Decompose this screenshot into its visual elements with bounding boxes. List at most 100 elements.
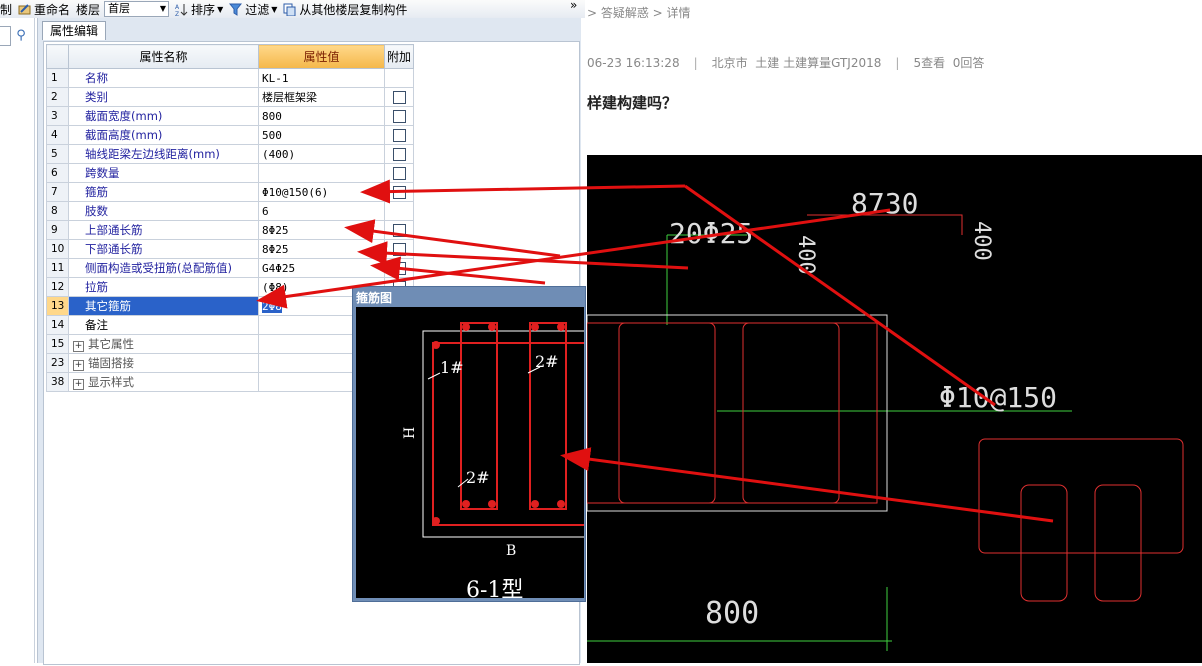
property-value[interactable]: G4Φ25: [258, 258, 385, 278]
property-name[interactable]: 其它箍筋: [68, 296, 259, 316]
filter-button[interactable]: 过滤 ▼: [229, 1, 277, 18]
stirrup-dim-b: B: [506, 543, 516, 559]
floor-value: 首层: [108, 2, 131, 15]
rename-button[interactable]: 重命名: [18, 1, 70, 18]
cad-outer-stirrup: [586, 322, 878, 504]
expand-icon[interactable]: +: [73, 341, 84, 352]
expand-icon[interactable]: +: [73, 360, 84, 371]
row-number: 8: [46, 201, 69, 221]
property-value-text: G4Φ25: [262, 261, 296, 275]
row-number: 6: [46, 163, 69, 183]
property-name[interactable]: 名称: [68, 68, 259, 88]
property-value[interactable]: Φ10@150(6): [258, 182, 385, 202]
property-row[interactable]: 4 截面高度(mm) 500: [46, 125, 414, 145]
property-value[interactable]: 8Φ25: [258, 220, 385, 240]
row-number: 1: [46, 68, 69, 88]
property-row[interactable]: 10 下部通长筋 8Φ25: [46, 239, 414, 259]
property-value[interactable]: 6: [258, 201, 385, 221]
property-row[interactable]: 9 上部通长筋 8Φ25: [46, 220, 414, 240]
floor-label: 楼层: [76, 2, 101, 17]
property-name[interactable]: 箍筋: [68, 182, 259, 202]
property-name[interactable]: 截面宽度(mm): [68, 106, 259, 126]
extra-checkbox[interactable]: [392, 262, 406, 275]
toolbar-overflow-button[interactable]: »: [570, 0, 577, 12]
property-value[interactable]: KL-1: [258, 68, 385, 88]
cad-drawing-svg: 20Φ25 8730 400 400 Φ10@150 800: [586, 187, 1184, 651]
expand-icon[interactable]: +: [73, 379, 84, 390]
property-name[interactable]: 截面高度(mm): [68, 125, 259, 145]
property-row[interactable]: 1 名称 KL-1: [46, 68, 414, 88]
stirrup-diagram-window[interactable]: 箍筋图 1# 2# 2# H B 6-1型: [352, 286, 594, 603]
property-name[interactable]: 类别: [68, 87, 259, 107]
row-number: 4: [46, 125, 69, 145]
property-name-text: 其它属性: [88, 337, 134, 351]
property-name[interactable]: 跨数量: [68, 163, 259, 183]
property-value-text: 2Φ8: [262, 299, 282, 313]
property-row[interactable]: 2 类别 楼层框架梁: [46, 87, 414, 107]
property-name[interactable]: 轴线距梁左边线距离(mm): [68, 144, 259, 164]
filter-dropdown-icon: ▼: [271, 4, 278, 14]
stirrup-diagram-svg: 1# 2# 2# H B: [402, 322, 594, 559]
extra-cell: [384, 201, 414, 221]
property-group-name[interactable]: + 显示样式: [68, 372, 259, 392]
property-name-text: 显示样式: [88, 375, 134, 389]
sort-button[interactable]: AZ 排序 ▼: [175, 1, 223, 18]
cad-inner-stirrup: [618, 322, 716, 504]
copy-from-floor-button[interactable]: 从其他楼层复制构件: [283, 1, 407, 18]
property-value-text: 8Φ25: [262, 242, 289, 256]
property-name-text: 名称: [85, 71, 108, 85]
row-number: 13: [46, 296, 69, 316]
cut-button[interactable]: 制: [0, 1, 12, 18]
property-name-text: 肢数: [85, 204, 108, 218]
header-extra[interactable]: 附加: [384, 44, 414, 69]
row-number: 9: [46, 220, 69, 240]
extra-cell: [384, 125, 414, 145]
question-title: 样建构建吗？: [587, 94, 678, 112]
search-input[interactable]: [0, 26, 11, 46]
meta-category[interactable]: 土建 土建算量GTJ2018: [755, 56, 881, 70]
breadcrumb[interactable]: > 答疑解惑 > 详情: [587, 4, 691, 21]
property-name-text: 锚固搭接: [88, 356, 134, 370]
floor-select[interactable]: 首层 ▼: [104, 1, 170, 17]
property-group-name[interactable]: + 其它属性: [68, 334, 259, 354]
row-number: 2: [46, 87, 69, 107]
property-row[interactable]: 11 侧面构造或受扭筋(总配筋值) G4Φ25: [46, 258, 414, 278]
extra-checkbox[interactable]: [392, 186, 406, 199]
row-number: 11: [46, 258, 69, 278]
property-row[interactable]: 7 箍筋 Φ10@150(6): [46, 182, 414, 202]
header-property-value[interactable]: 属性值: [258, 44, 385, 69]
property-row[interactable]: 3 截面宽度(mm) 800: [46, 106, 414, 126]
property-value-text: (400): [262, 147, 296, 161]
property-value[interactable]: [258, 163, 385, 183]
row-number: 5: [46, 144, 69, 164]
property-row[interactable]: 5 轴线距梁左边线距离(mm) (400): [46, 144, 414, 164]
property-value[interactable]: 8Φ25: [258, 239, 385, 259]
property-name[interactable]: 肢数: [68, 201, 259, 221]
property-row[interactable]: 6 跨数量: [46, 163, 414, 183]
property-name[interactable]: 下部通长筋: [68, 239, 259, 259]
property-value[interactable]: 500: [258, 125, 385, 145]
header-property-name[interactable]: 属性名称: [68, 44, 259, 69]
property-name-text: 侧面构造或受扭筋(总配筋值): [85, 261, 232, 275]
property-name[interactable]: 备注: [68, 315, 259, 335]
extra-checkbox[interactable]: [392, 110, 406, 123]
property-value[interactable]: (400): [258, 144, 385, 164]
property-group-name[interactable]: + 锚固搭接: [68, 353, 259, 373]
search-icon[interactable]: ⚲: [11, 26, 31, 46]
property-row[interactable]: 8 肢数 6: [46, 201, 414, 221]
extra-checkbox[interactable]: [392, 129, 406, 142]
extra-checkbox[interactable]: [392, 243, 406, 256]
property-name[interactable]: 上部通长筋: [68, 220, 259, 240]
property-value-text: 楼层框架梁: [262, 91, 317, 104]
toolbar: 制 重命名 楼层 首层 ▼ AZ 排序 ▼ 过滤 ▼ 从其他楼层复制构件 »: [0, 0, 585, 18]
property-name[interactable]: 侧面构造或受扭筋(总配筋值): [68, 258, 259, 278]
tab-property-edit[interactable]: 属性编辑: [42, 21, 106, 40]
extra-checkbox[interactable]: [392, 167, 406, 180]
extra-checkbox[interactable]: [392, 224, 406, 237]
extra-checkbox[interactable]: [392, 148, 406, 161]
property-value[interactable]: 800: [258, 106, 385, 126]
property-name[interactable]: 拉筋: [68, 277, 259, 297]
property-value[interactable]: 楼层框架梁: [258, 87, 385, 107]
property-name-text: 上部通长筋: [85, 223, 143, 237]
extra-checkbox[interactable]: [392, 91, 406, 104]
